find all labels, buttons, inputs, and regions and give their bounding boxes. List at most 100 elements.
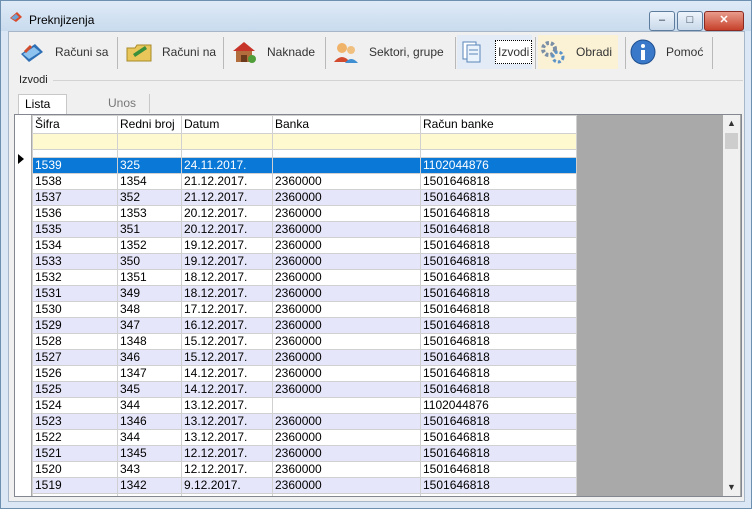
column-header-racun-banke[interactable]: Račun banke (420, 115, 577, 134)
table-cell[interactable]: 2360000 (272, 253, 421, 270)
table-cell[interactable]: 1538 (32, 173, 118, 190)
table-cell[interactable]: 13.12.2017. (181, 397, 273, 414)
table-cell[interactable]: 1501646818 (420, 493, 577, 496)
table-cell[interactable]: 1341 (117, 493, 182, 496)
table-cell[interactable]: 2360000 (272, 205, 421, 222)
table-cell[interactable]: 1528 (32, 333, 118, 350)
table-row[interactable]: 1530 348 17.12.2017. 2360000 1501646818 (32, 301, 577, 318)
table-cell[interactable]: 1531 (32, 285, 118, 302)
table-cell[interactable]: 1527 (32, 349, 118, 366)
table-cell[interactable]: 347 (117, 317, 182, 334)
table-cell[interactable]: 1342 (117, 477, 182, 494)
pomoc-button[interactable]: Pomoć (628, 35, 703, 69)
table-cell[interactable]: 1501646818 (420, 221, 577, 238)
table-cell[interactable]: 21.12.2017. (181, 173, 273, 190)
filter-cell[interactable] (420, 133, 577, 150)
izvodi-grid[interactable]: Šifra Redni broj Datum Banka Račun banke (14, 114, 742, 497)
table-cell[interactable]: 1346 (117, 413, 182, 430)
table-cell[interactable]: 352 (117, 189, 182, 206)
scroll-thumb[interactable] (725, 133, 738, 149)
table-cell[interactable]: 344 (117, 397, 182, 414)
table-row[interactable]: 1532 1351 18.12.2017. 2360000 1501646818 (32, 269, 577, 286)
table-cell[interactable]: 2360000 (272, 461, 421, 478)
table-cell[interactable]: 1501646818 (420, 349, 577, 366)
table-cell[interactable]: 1530 (32, 301, 118, 318)
table-cell[interactable]: 14.12.2017. (181, 365, 273, 382)
table-cell[interactable]: 2360000 (272, 285, 421, 302)
table-cell[interactable]: 1520 (32, 461, 118, 478)
tab-unos-novog-izvoda[interactable]: Unos novog izvoda (102, 94, 150, 148)
table-cell[interactable]: 2360000 (272, 221, 421, 238)
table-row[interactable]: 1535 351 20.12.2017. 2360000 1501646818 (32, 221, 577, 238)
table-cell[interactable]: 16.12.2017. (181, 317, 273, 334)
table-cell[interactable]: 1501646818 (420, 365, 577, 382)
sektori-grupe-button[interactable]: Sektori, grupe (331, 35, 444, 69)
scroll-up-icon[interactable]: ▲ (723, 115, 740, 132)
table-cell[interactable]: 24.11.2017. (181, 157, 273, 174)
close-button[interactable]: ✕ (704, 11, 744, 31)
table-cell[interactable]: 1345 (117, 445, 182, 462)
scroll-down-icon[interactable]: ▼ (723, 479, 740, 496)
table-cell[interactable]: 1539 (32, 157, 118, 174)
table-cell[interactable]: 1524 (32, 397, 118, 414)
izvodi-button[interactable]: Izvodi (457, 35, 533, 69)
table-cell[interactable]: 345 (117, 381, 182, 398)
column-header-sifra[interactable]: Šifra (32, 115, 118, 134)
vertical-scrollbar[interactable]: ▲ ▼ (723, 115, 740, 496)
table-cell[interactable]: 21.12.2017. (181, 189, 273, 206)
table-row[interactable]: 1519 1342 9.12.2017. 2360000 1501646818 (32, 477, 577, 494)
table-row[interactable]: 1526 1347 14.12.2017. 2360000 1501646818 (32, 365, 577, 382)
table-cell[interactable]: 2360000 (272, 365, 421, 382)
table-cell[interactable]: 351 (117, 221, 182, 238)
table-cell[interactable]: 1501646818 (420, 237, 577, 254)
table-cell[interactable]: 2360000 (272, 493, 421, 496)
table-cell[interactable]: 1348 (117, 333, 182, 350)
table-cell[interactable]: 1535 (32, 221, 118, 238)
table-cell[interactable]: 1501646818 (420, 189, 577, 206)
table-cell[interactable]: 2360000 (272, 317, 421, 334)
racuni-na-button[interactable]: Računi na (124, 35, 216, 69)
tab-lista-izvoda[interactable]: Lista izvoda (18, 94, 67, 130)
table-row[interactable]: 1528 1348 15.12.2017. 2360000 1501646818 (32, 333, 577, 350)
table-cell[interactable]: 12.12.2017. (181, 445, 273, 462)
table-cell[interactable]: 1518 (32, 493, 118, 496)
table-row[interactable]: 1521 1345 12.12.2017. 2360000 1501646818 (32, 445, 577, 462)
table-row[interactable]: 1524 344 13.12.2017. 1102044876 (32, 397, 577, 414)
table-cell[interactable]: 1352 (117, 237, 182, 254)
table-cell[interactable]: 346 (117, 349, 182, 366)
table-cell[interactable] (272, 397, 421, 414)
maximize-button[interactable]: □ (677, 11, 703, 31)
table-cell[interactable]: 348 (117, 301, 182, 318)
table-cell[interactable]: 19.12.2017. (181, 237, 273, 254)
table-row[interactable]: 1525 345 14.12.2017. 2360000 1501646818 (32, 381, 577, 398)
table-row[interactable]: 1523 1346 13.12.2017. 2360000 1501646818 (32, 413, 577, 430)
table-row[interactable]: 1531 349 18.12.2017. 2360000 1501646818 (32, 285, 577, 302)
table-cell[interactable]: 18.12.2017. (181, 285, 273, 302)
table-cell[interactable]: 19.12.2017. (181, 253, 273, 270)
table-cell[interactable]: 1533 (32, 253, 118, 270)
table-cell[interactable]: 9.12.2017. (181, 477, 273, 494)
table-cell[interactable]: 12.12.2017. (181, 461, 273, 478)
table-cell[interactable]: 2360000 (272, 349, 421, 366)
table-cell[interactable]: 14.12.2017. (181, 381, 273, 398)
table-row[interactable]: 1529 347 16.12.2017. 2360000 1501646818 (32, 317, 577, 334)
table-cell[interactable]: 1501646818 (420, 381, 577, 398)
table-cell[interactable]: 1536 (32, 205, 118, 222)
table-cell[interactable]: 1501646818 (420, 477, 577, 494)
filter-cell[interactable] (32, 133, 118, 150)
table-cell[interactable]: 1525 (32, 381, 118, 398)
table-cell[interactable]: 1501646818 (420, 429, 577, 446)
table-cell[interactable]: 1354 (117, 173, 182, 190)
table-row[interactable]: 1527 346 15.12.2017. 2360000 1501646818 (32, 349, 577, 366)
racuni-sa-button[interactable]: Računi sa (17, 35, 108, 69)
table-cell[interactable]: 1501646818 (420, 317, 577, 334)
table-cell[interactable]: 1532 (32, 269, 118, 286)
table-cell[interactable]: 1501646818 (420, 445, 577, 462)
table-cell[interactable]: 1347 (117, 365, 182, 382)
table-cell[interactable]: 1537 (32, 189, 118, 206)
table-row[interactable]: 1534 1352 19.12.2017. 2360000 1501646818 (32, 237, 577, 254)
naknade-button[interactable]: Naknade (229, 35, 315, 69)
table-row[interactable]: 1520 343 12.12.2017. 2360000 1501646818 (32, 461, 577, 478)
table-cell[interactable] (272, 157, 421, 174)
table-cell[interactable]: 2360000 (272, 301, 421, 318)
